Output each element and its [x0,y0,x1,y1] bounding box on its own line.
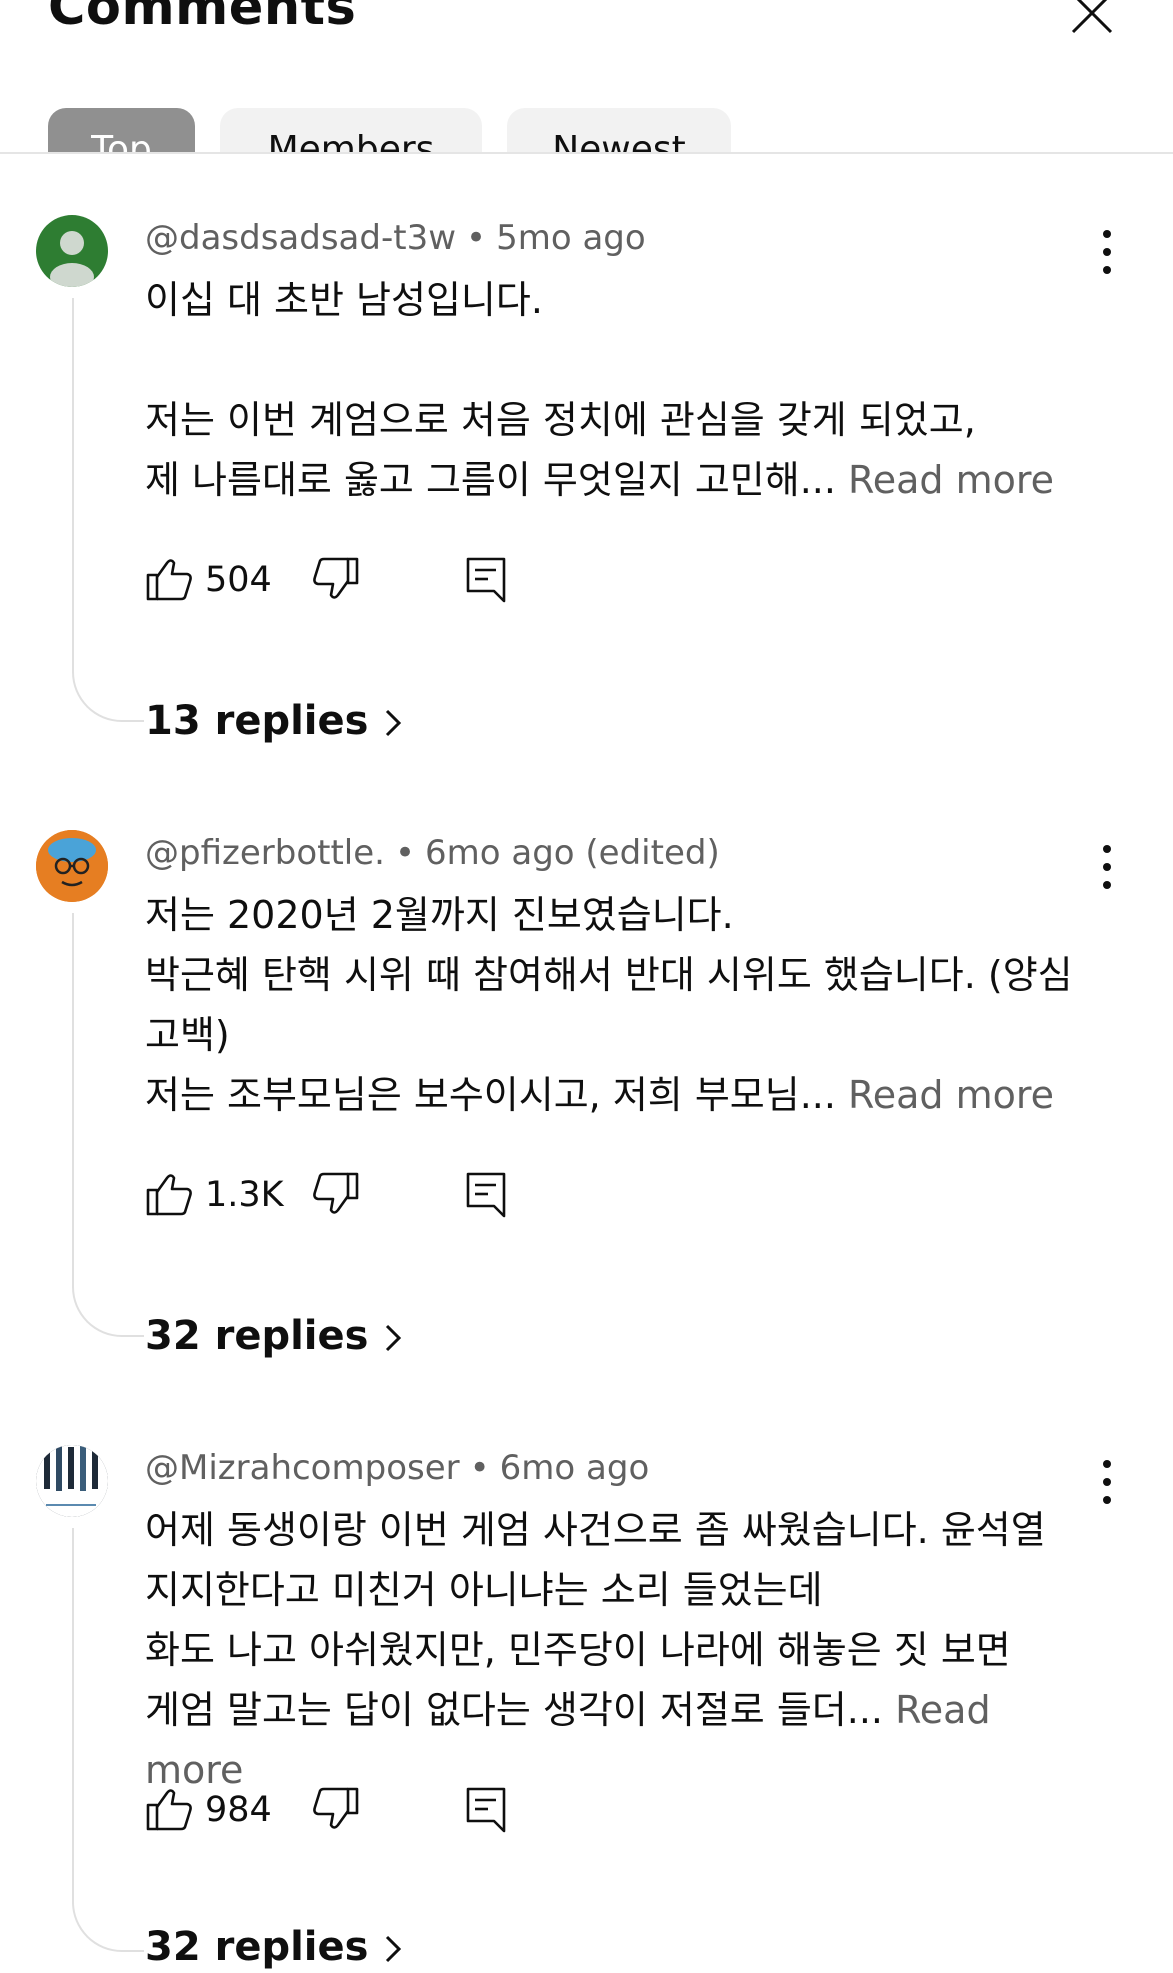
comment-icon [466,1172,506,1218]
tab-newest[interactable]: Newest [507,108,731,154]
comment-time[interactable]: 6mo ago [500,1448,650,1488]
more-options-button[interactable] [1090,222,1124,282]
like-count: 984 [205,1790,272,1830]
like-button[interactable] [145,555,195,605]
thumbs-down-icon [313,557,359,599]
dislike-button[interactable] [310,1170,360,1220]
close-icon [1071,0,1113,34]
avatar[interactable] [36,830,108,902]
cartoon-avatar-icon [36,830,108,902]
avatar[interactable] [36,1445,108,1517]
thread-line [72,1528,144,1952]
comment-actions: 504 [145,555,545,615]
chevron-right-icon [386,1935,402,1963]
comment-text: 저는 2020년 2월까지 진보였습니다. 박근혜 탄핵 시위 때 참여해서 반… [145,893,1073,1117]
more-vert-icon [1103,845,1111,889]
read-more-link[interactable]: Read more [848,458,1054,502]
comment-time[interactable]: 6mo ago (edited) [425,833,720,873]
read-more-link[interactable]: Read more [848,1073,1054,1117]
thread-line [72,298,144,722]
comment-text: 어제 동생이랑 이번 게엄 사건으로 좀 싸웠습니다. 윤석열 지지한다고 미친… [145,1508,1046,1792]
more-vert-icon [1103,1460,1111,1504]
like-count: 1.3K [205,1175,284,1215]
comment-text: 이십 대 초반 남성입니다. 저는 이번 계엄으로 처음 정치에 관심을 갖게 … [145,278,1055,502]
comment-author[interactable]: @dasdsadsad-t3w [145,218,456,258]
reply-button[interactable] [462,1170,512,1220]
reply-button[interactable] [462,555,512,605]
panel-title: Comments [48,0,357,37]
comment-actions: 984 [145,1785,545,1845]
chevron-right-icon [386,709,402,737]
comment-icon [466,557,506,603]
more-vert-icon [1103,230,1111,274]
more-options-button[interactable] [1090,837,1124,897]
dislike-button[interactable] [310,1785,360,1835]
header-divider [0,152,1173,154]
comment-meta: @pfizerbottle. • 6mo ago (edited) [145,833,720,873]
thumbs-up-icon [146,1789,192,1831]
sort-tabs: Top Members Newest [48,108,1148,154]
thread-line [72,913,144,1337]
comment-actions: 1.3K [145,1170,545,1230]
like-count: 504 [205,560,272,600]
piano-avatar-icon [36,1445,108,1517]
comment-meta: @dasdsadsad-t3w • 5mo ago [145,218,646,258]
comment-meta: @Mizrahcomposer • 6mo ago [145,1448,650,1488]
like-button[interactable] [145,1785,195,1835]
comment-author[interactable]: @pfizerbottle. [145,833,385,873]
thumbs-up-icon [146,1174,192,1216]
comment-author[interactable]: @Mizrahcomposer [145,1448,460,1488]
tab-members[interactable]: Members [220,108,482,154]
view-replies-button[interactable]: 32 replies [145,1924,404,1970]
dislike-button[interactable] [310,555,360,605]
view-replies-button[interactable]: 32 replies [145,1313,404,1359]
comment-time[interactable]: 5mo ago [496,218,646,258]
thumbs-down-icon [313,1787,359,1829]
close-button[interactable] [1067,0,1117,40]
avatar[interactable] [36,215,108,287]
thumbs-up-icon [146,559,192,601]
comment-icon [466,1787,506,1833]
thumbs-down-icon [313,1172,359,1214]
chevron-right-icon [386,1324,402,1352]
reply-button[interactable] [462,1785,512,1835]
default-user-icon [50,231,94,287]
like-button[interactable] [145,1170,195,1220]
tab-top[interactable]: Top [48,108,195,154]
view-replies-button[interactable]: 13 replies [145,698,404,744]
more-options-button[interactable] [1090,1452,1124,1512]
